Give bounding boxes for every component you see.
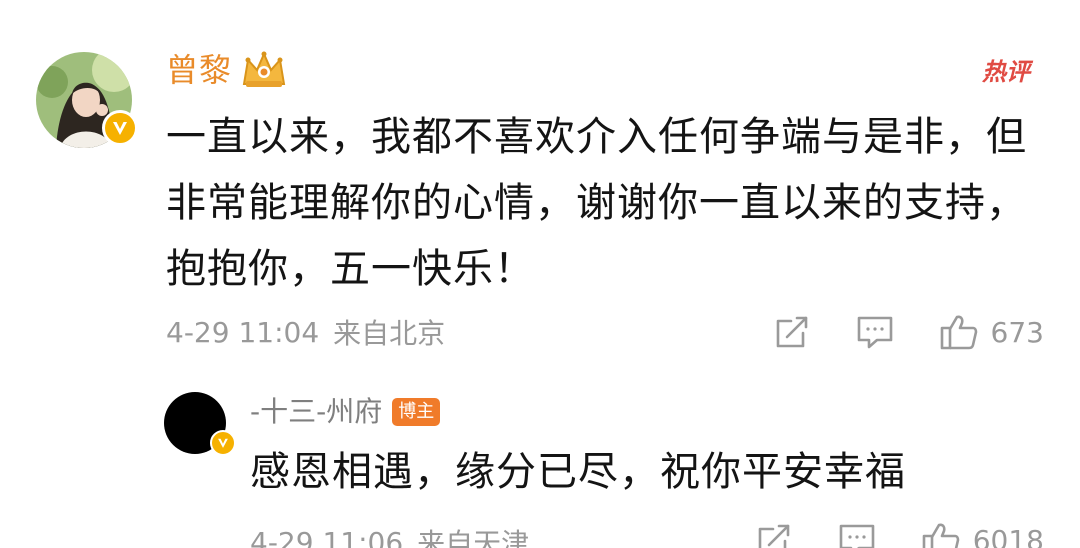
reply-author-row: -十三-州府 博主 (250, 392, 441, 432)
reply-actions: 6018 (711, 516, 1044, 548)
comment-time: 4-29 11:04 (166, 315, 320, 349)
reply-location: 来自天津 (417, 527, 530, 548)
reply-meta: 4-29 11:06 来自天津 (250, 520, 529, 548)
reply-author-name[interactable]: -十三-州府 (250, 394, 382, 430)
reply-repost-button[interactable] (755, 521, 793, 548)
verified-v-icon (102, 110, 138, 146)
comment-meta: 4-29 11:04 来自北京 (166, 310, 445, 354)
comment-actions: 673 (729, 308, 1044, 356)
reply-like-button[interactable]: 6018 (921, 520, 1044, 548)
repost-icon (776, 316, 807, 348)
repost-button[interactable] (773, 313, 811, 351)
reply-time: 4-29 11:06 (250, 525, 404, 548)
comment-author-row: 曾黎 (166, 48, 288, 92)
comment-icon (857, 316, 892, 349)
comment-location: 来自北京 (333, 317, 446, 350)
crown-level-icon (242, 51, 286, 87)
reply-text: 感恩相遇，缘分已尽，祝你平安幸福 (250, 449, 906, 495)
like-count: 673 (990, 315, 1044, 349)
repost-icon (758, 524, 790, 548)
hot-comment-tag: 热评 (982, 58, 1030, 86)
comment-icon (839, 524, 875, 548)
like-button[interactable]: 673 (939, 312, 1044, 352)
blogger-badge: 博主 (392, 398, 441, 426)
comment-avatar[interactable] (36, 52, 138, 148)
reply-comment-button[interactable] (837, 521, 877, 548)
comment-author-name[interactable]: 曾黎 (166, 50, 232, 90)
comment-button[interactable] (855, 313, 895, 351)
reply-like-count: 6018 (972, 523, 1044, 548)
like-thumb-icon (922, 523, 960, 548)
comment-text: 一直以来，我都不喜欢介入任何争端与是非，但非常能理解你的心情，谢谢你一直以来的支… (166, 114, 1027, 292)
verified-v-icon (210, 430, 236, 456)
reply-avatar[interactable] (164, 392, 236, 456)
like-thumb-icon (940, 315, 977, 350)
weibo-comment-screen: 曾黎 热评 一直以来，我都不喜欢介入任何争端与是非，但非常能理解你的心情，谢谢你… (0, 0, 1080, 548)
